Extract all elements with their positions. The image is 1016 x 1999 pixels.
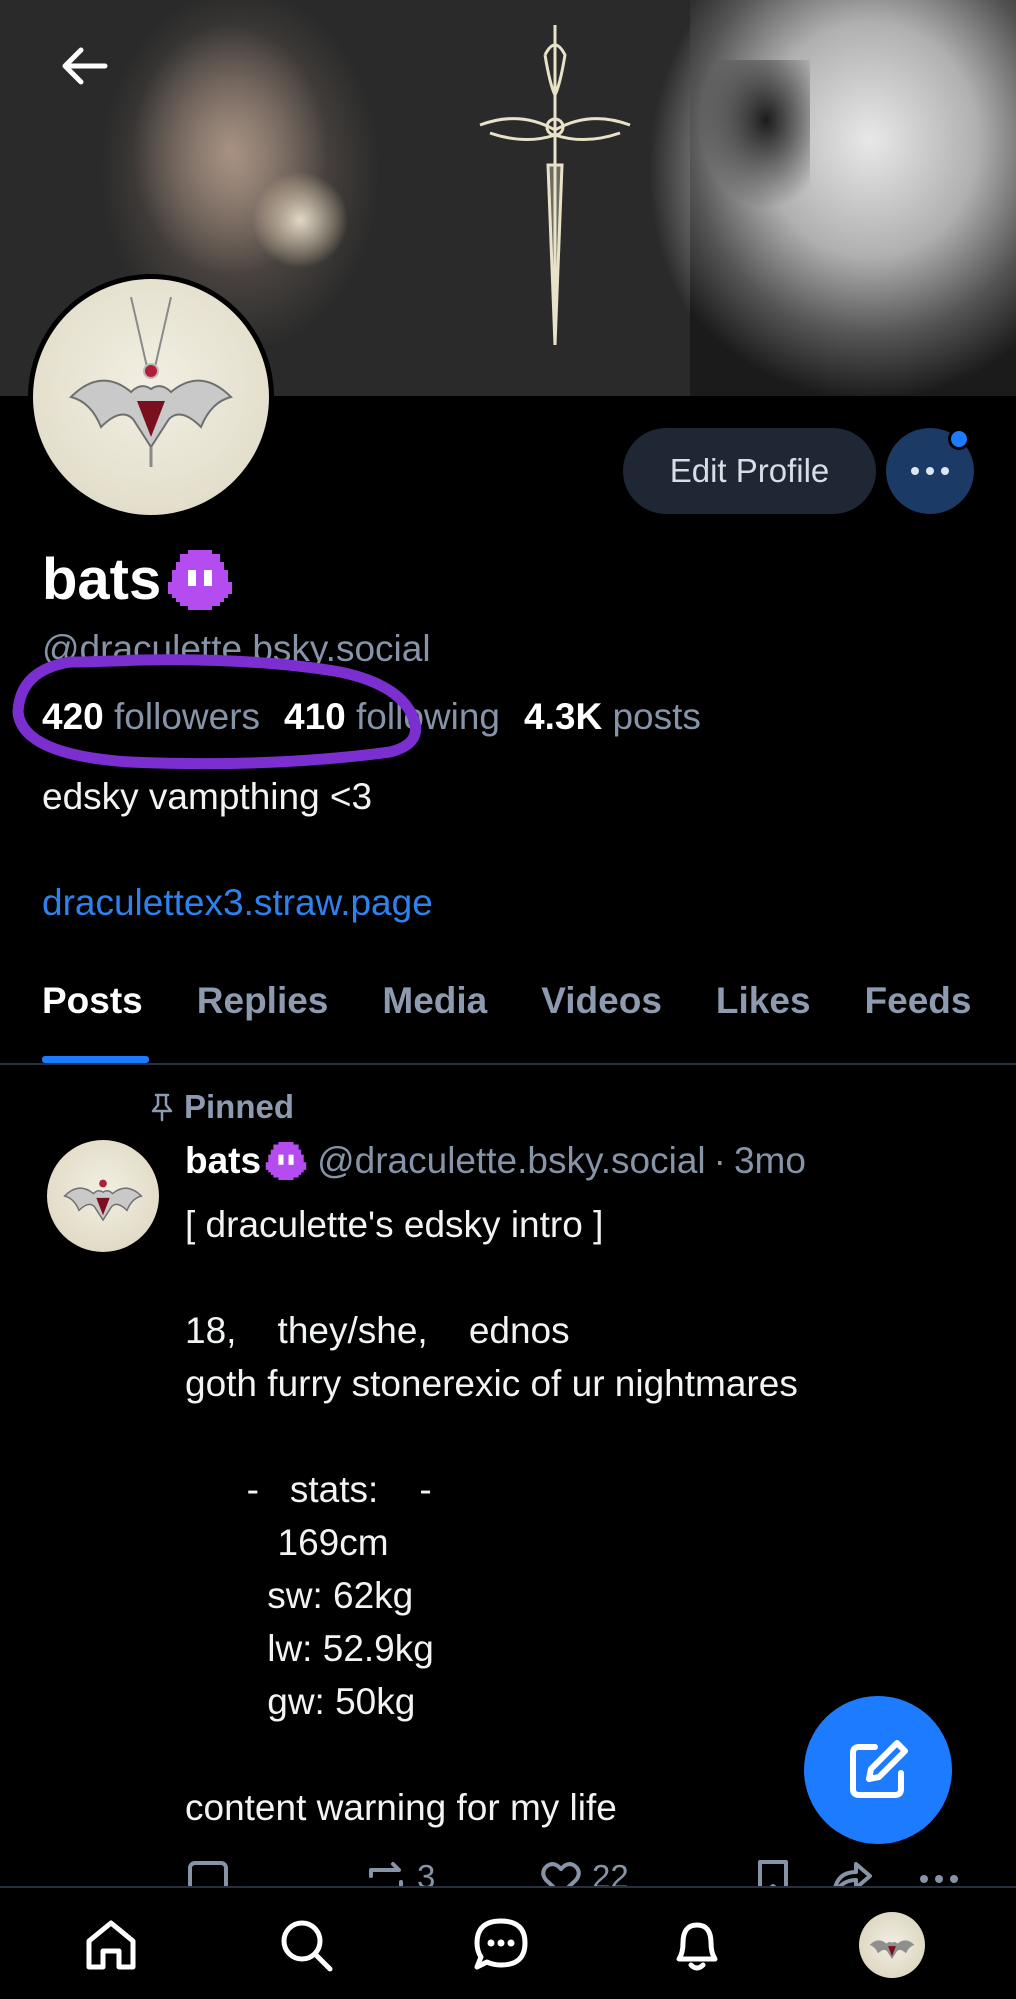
posts-count: 4.3K xyxy=(524,696,603,737)
profile-bio: edsky vampthing <3 xyxy=(42,776,373,817)
tab-likes[interactable]: Likes xyxy=(716,980,811,1022)
post-author-name[interactable]: bats xyxy=(185,1140,261,1182)
back-arrow-icon xyxy=(62,47,108,85)
chat-bubble-icon xyxy=(474,1918,528,1970)
bat-pendant-image xyxy=(63,1179,143,1222)
avatar-image xyxy=(33,279,269,515)
tabs-divider xyxy=(0,1063,1016,1065)
tab-media[interactable]: Media xyxy=(382,980,487,1022)
post-author-avatar[interactable] xyxy=(47,1140,159,1252)
back-button[interactable] xyxy=(52,38,116,94)
compose-post-button[interactable] xyxy=(804,1696,952,1844)
edit-profile-button[interactable]: Edit Profile xyxy=(623,428,876,514)
profile-link[interactable]: draculettex3.straw.page xyxy=(42,882,433,924)
notification-dot xyxy=(948,428,970,450)
banner-dagger xyxy=(479,25,631,346)
nav-profile-avatar[interactable] xyxy=(859,1912,925,1978)
bat-pendant-image xyxy=(69,297,233,467)
bat-pendant-image xyxy=(869,1940,915,1959)
pinned-text: Pinned xyxy=(184,1088,295,1125)
bottom-navigation xyxy=(0,1886,1016,1999)
posts-stat: 4.3K posts xyxy=(524,696,701,738)
pin-icon xyxy=(151,1093,173,1122)
nav-home[interactable] xyxy=(78,1912,144,1978)
post-separator: · xyxy=(713,1140,726,1181)
pinned-label: Pinned xyxy=(148,1088,294,1126)
banner-shadow xyxy=(700,60,810,210)
display-name: bats xyxy=(42,546,233,613)
post-author-handle[interactable]: @draculette.bsky.social xyxy=(317,1140,706,1182)
nav-chat[interactable] xyxy=(468,1912,534,1978)
posts-label: posts xyxy=(612,696,701,737)
profile-tabs: Posts Replies Media Videos Likes Feeds xyxy=(42,980,971,1022)
compose-pencil-icon xyxy=(850,1740,908,1798)
bell-icon xyxy=(676,1922,718,1971)
tab-feeds[interactable]: Feeds xyxy=(865,980,972,1022)
purple-alien-monster-icon xyxy=(168,549,233,610)
nav-notifications[interactable] xyxy=(664,1912,730,1978)
purple-highlight-circle xyxy=(12,654,421,770)
tab-videos[interactable]: Videos xyxy=(541,980,662,1022)
ellipsis-icon xyxy=(911,467,949,475)
post-header: bats @draculette.bsky.social · 3mo xyxy=(185,1140,806,1182)
search-icon xyxy=(281,1920,333,1972)
tab-replies[interactable]: Replies xyxy=(197,980,329,1022)
post-time[interactable]: 3mo xyxy=(734,1140,806,1182)
display-name-text: bats xyxy=(42,547,162,612)
nav-search[interactable] xyxy=(273,1912,339,1978)
profile-avatar[interactable] xyxy=(28,274,274,520)
active-tab-indicator xyxy=(42,1056,149,1063)
purple-alien-monster-icon xyxy=(265,1142,307,1180)
post-body-text: [ draculette's edsky intro ] 18, they/sh… xyxy=(185,1204,798,1828)
home-icon xyxy=(86,1920,136,1970)
tab-posts[interactable]: Posts xyxy=(42,980,143,1022)
